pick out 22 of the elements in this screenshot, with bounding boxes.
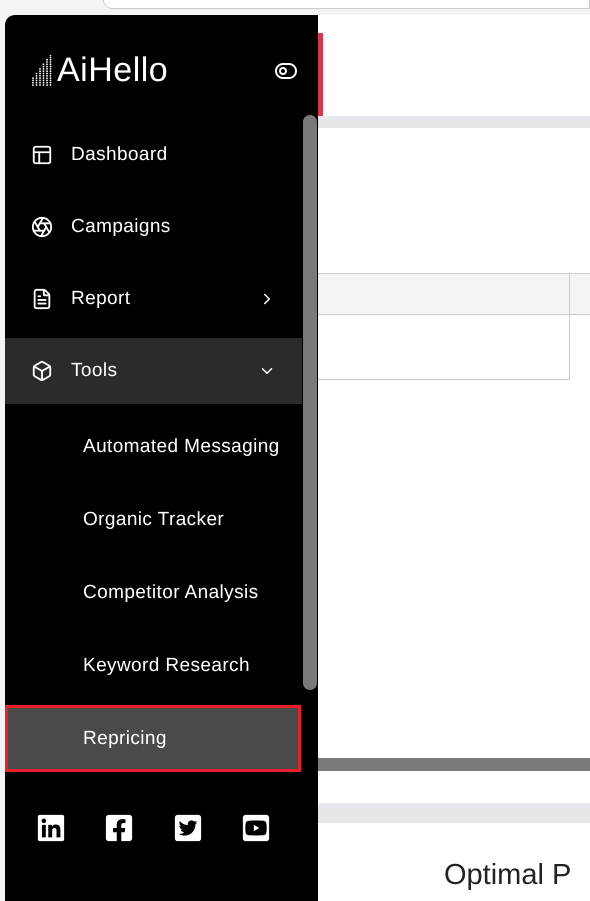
submenu-item[interactable]: Keyword Research <box>5 632 301 699</box>
facebook-icon[interactable] <box>104 813 134 843</box>
scrollbar[interactable] <box>303 115 317 690</box>
nav-item[interactable]: Tools <box>5 338 302 404</box>
twitter-icon[interactable] <box>172 813 203 843</box>
submenu-item[interactable]: Repricing <box>5 705 301 772</box>
submenu-item[interactable]: Competitor Analysis <box>5 559 301 626</box>
nav-item[interactable]: Campaigns <box>5 194 302 260</box>
section-title: Optimal P <box>443 859 572 892</box>
logo-text: AiHello <box>57 51 168 90</box>
cube-icon <box>31 360 53 382</box>
document-icon <box>31 288 53 310</box>
linkedin-icon[interactable] <box>36 813 66 843</box>
submenu-item[interactable]: Automated Messaging <box>5 413 301 480</box>
nav-item[interactable]: Report <box>5 266 302 332</box>
horizontal-scrollbar[interactable] <box>318 758 590 771</box>
youtube-icon[interactable] <box>240 813 271 843</box>
submenu-item[interactable]: Organic Tracker <box>5 486 301 553</box>
nav-item[interactable]: Dashboard <box>5 122 302 188</box>
logo-bars-icon <box>31 54 53 86</box>
aperture-icon <box>31 216 53 238</box>
layout-icon <box>31 144 53 166</box>
